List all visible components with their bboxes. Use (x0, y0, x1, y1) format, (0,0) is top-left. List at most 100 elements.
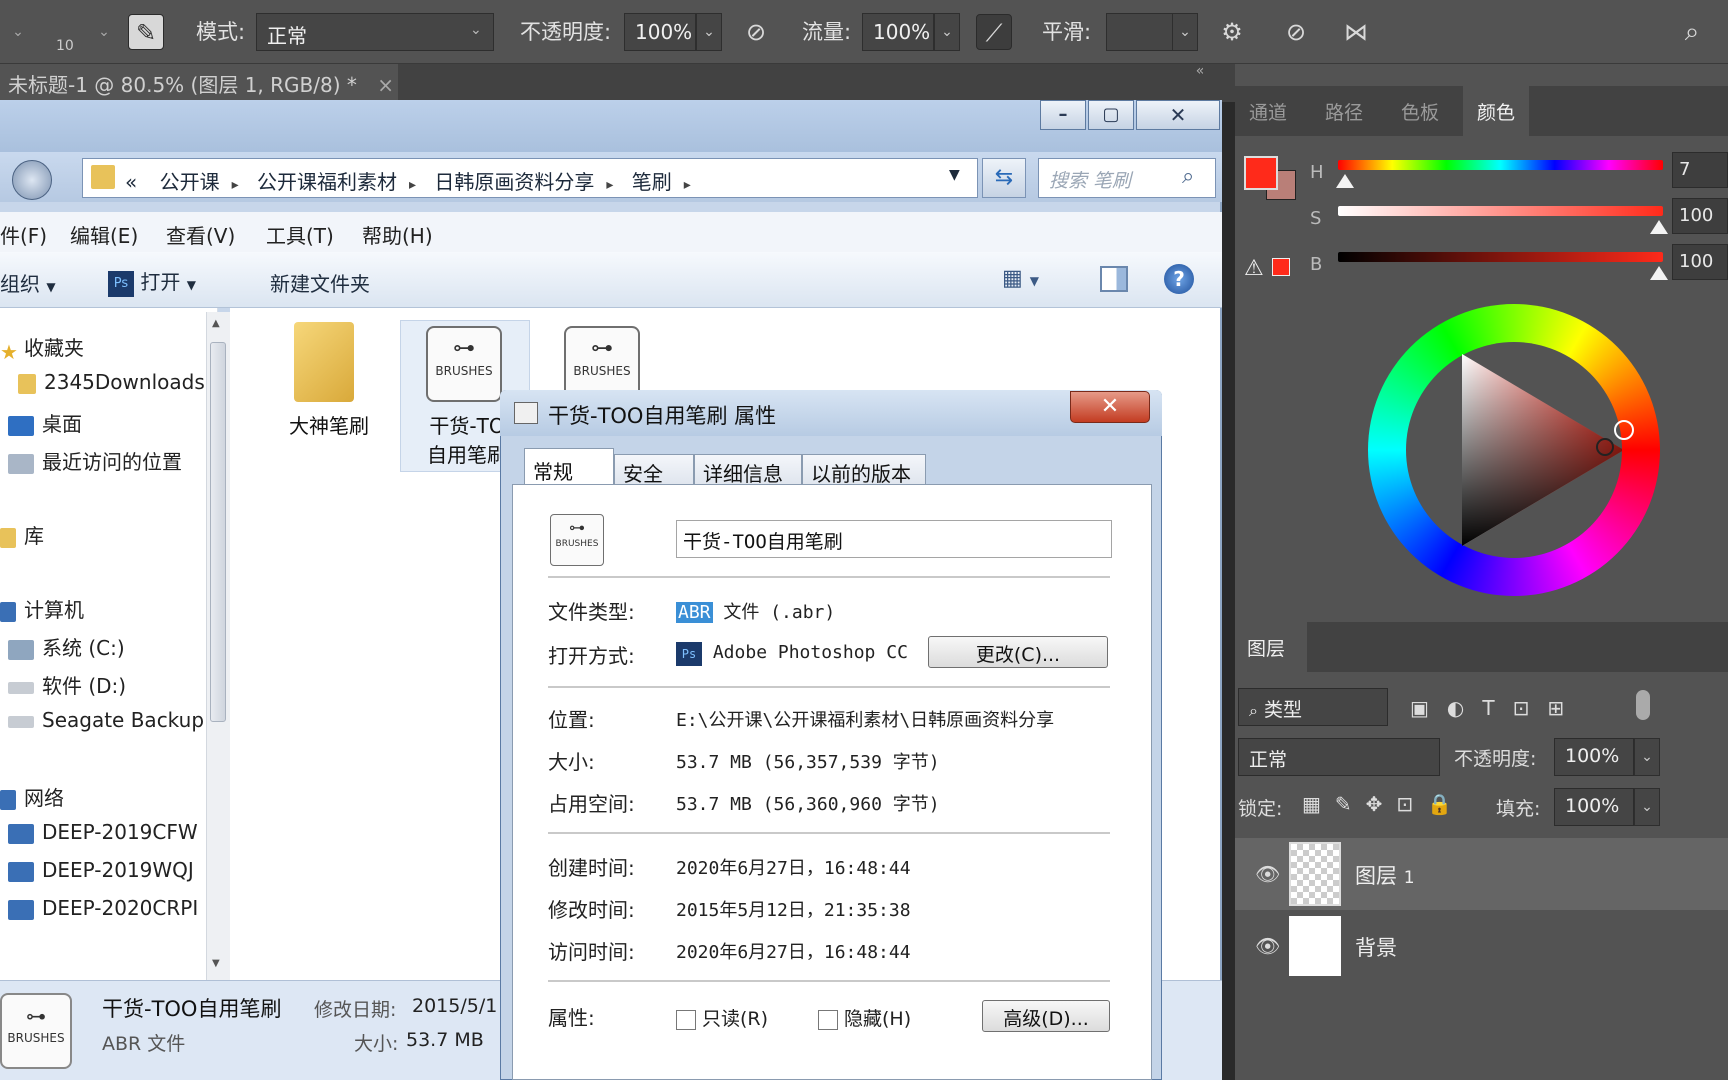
foreground-color-swatch[interactable] (1244, 156, 1278, 190)
search-icon[interactable]: ⌕ (1182, 164, 1194, 189)
flow-input[interactable]: 100% (862, 13, 934, 51)
nav-drive-d[interactable]: 软件 (D:) (0, 670, 206, 699)
wheel-hue-marker[interactable] (1614, 420, 1634, 440)
refresh-icon[interactable]: ⇆ (982, 158, 1026, 198)
nav-network[interactable]: 网络 (0, 782, 206, 811)
fill-dropdown[interactable]: ⌄ (1634, 788, 1660, 826)
scroll-down-icon[interactable]: ▼ (212, 958, 220, 969)
search-icon[interactable]: ⌕ (1674, 14, 1710, 50)
eye-icon[interactable]: 👁 (1255, 934, 1280, 958)
layer-row[interactable]: 👁 图层 1 (1235, 838, 1728, 910)
tab-general[interactable]: 常规 (524, 448, 614, 486)
chevron-down-icon[interactable]: ⌄ (0, 14, 36, 50)
eye-icon[interactable]: 👁 (1255, 862, 1280, 886)
nav-drive-c[interactable]: 系统 (C:) (0, 632, 206, 661)
nav-favorites[interactable]: ★ 收藏夹 (0, 332, 206, 361)
nav-computer[interactable]: 计算机 (0, 594, 206, 623)
saturation-slider[interactable] (1338, 206, 1663, 216)
color-triangle[interactable] (1406, 342, 1622, 558)
breadcrumb-item[interactable]: 笔刷 (632, 170, 672, 194)
menu-edit[interactable]: 编辑(E) (70, 220, 138, 249)
flow-dropdown[interactable]: ⌄ (934, 13, 960, 51)
symmetry-icon[interactable]: ⋈ (1338, 14, 1374, 50)
filter-toggle[interactable] (1636, 690, 1650, 720)
close-button[interactable]: ✕ (1136, 100, 1220, 130)
layer-opacity-dropdown[interactable]: ⌄ (1634, 738, 1660, 776)
nav-scrollbar[interactable]: ▲ ▼ (206, 312, 230, 980)
open-button[interactable]: Ps 打开 ▼ (108, 266, 196, 297)
layer-row[interactable]: 👁 背景 (1235, 910, 1728, 982)
change-button[interactable]: 更改(C)... (928, 636, 1108, 668)
menu-view[interactable]: 查看(V) (166, 220, 235, 249)
chevron-down-icon[interactable]: ▼ (949, 167, 960, 183)
saturation-input[interactable]: 100 (1672, 198, 1728, 234)
tab-color[interactable]: 颜色 (1463, 86, 1530, 136)
menu-tools[interactable]: 工具(T) (266, 220, 334, 249)
nav-item-downloads[interactable]: 2345Downloads (10, 370, 216, 394)
breadcrumb-item[interactable]: 日韩原画资料分享 (434, 170, 594, 194)
maximize-button[interactable]: ▢ (1088, 100, 1134, 130)
filename-input[interactable]: 干货-TOO自用笔刷 (676, 520, 1112, 558)
breadcrumb-item[interactable]: 公开课福利素材 (257, 170, 397, 194)
nav-net-item[interactable]: DEEP-2019CFW (0, 820, 206, 844)
hidden-checkbox[interactable]: 隐藏(H) (818, 1004, 911, 1031)
opacity-dropdown[interactable]: ⌄ (696, 13, 722, 51)
tab-paths[interactable]: 路径 (1311, 86, 1377, 136)
gamut-color-swatch[interactable] (1272, 258, 1290, 276)
gear-icon[interactable]: ⚙ (1214, 14, 1250, 50)
close-icon[interactable]: × (377, 73, 394, 97)
tab-security[interactable]: 安全 (614, 454, 694, 486)
tab-swatches[interactable]: 色板 (1387, 86, 1453, 136)
lock-icons[interactable]: ▦✎✥⊡🔒 (1302, 792, 1466, 816)
layer-opacity-input[interactable]: 100% (1554, 738, 1634, 776)
layer-filter-select[interactable]: ⌕ 类型 (1238, 688, 1388, 726)
nav-item-recent[interactable]: 最近访问的位置 (0, 446, 206, 475)
smooth-input[interactable] (1106, 13, 1178, 51)
nav-item-desktop[interactable]: 桌面 (0, 408, 206, 437)
minimize-button[interactable]: – (1040, 100, 1086, 130)
hue-thumb[interactable] (1336, 174, 1354, 188)
pressure-size-icon[interactable]: ⊘ (1278, 14, 1314, 50)
document-tab[interactable]: 未标题-1 @ 80.5% (图层 1, RGB/8) * × (0, 64, 398, 100)
smooth-dropdown[interactable]: ⌄ (1172, 13, 1198, 51)
preview-pane-icon[interactable] (1100, 266, 1128, 292)
brightness-slider[interactable] (1338, 252, 1663, 262)
brightness-thumb[interactable] (1650, 266, 1668, 280)
saturation-thumb[interactable] (1650, 220, 1668, 234)
tab-details[interactable]: 详细信息 (694, 454, 802, 486)
nav-net-item[interactable]: DEEP-2019WQJ (0, 858, 206, 882)
pressure-opacity-icon[interactable]: ⊘ (738, 14, 774, 50)
help-icon[interactable]: ? (1164, 264, 1194, 294)
brush-preset-dropdown-icon[interactable]: ⌄ (86, 14, 122, 50)
airbrush-icon[interactable]: ⟋ (976, 14, 1012, 50)
hue-slider[interactable] (1338, 160, 1663, 170)
layer-blend-select[interactable]: 正常 (1238, 738, 1440, 776)
dialog-close-button[interactable]: ✕ (1070, 391, 1150, 423)
forward-button[interactable] (12, 160, 52, 200)
tab-layers[interactable]: 图层 (1235, 622, 1307, 672)
folder-icon[interactable] (294, 322, 354, 402)
menu-help[interactable]: 帮助(H) (362, 220, 433, 249)
organize-button[interactable]: 组织 ▼ (0, 268, 56, 297)
nav-net-item[interactable]: DEEP-2020CRPI (0, 896, 206, 920)
breadcrumb-item[interactable]: 公开课 (160, 170, 220, 194)
opacity-input[interactable]: 100% (624, 13, 696, 51)
new-folder-button[interactable]: 新建文件夹 (270, 268, 370, 297)
triangle-color-marker[interactable] (1596, 438, 1614, 456)
menu-file[interactable]: 件(F) (0, 220, 47, 249)
layer-name[interactable]: 图层 1 (1355, 860, 1415, 890)
address-bar[interactable]: « 公开课 ▸ 公开课福利素材 ▸ 日韩原画资料分享 ▸ 笔刷 ▸ ▼ (82, 158, 978, 198)
readonly-checkbox[interactable]: 只读(R) (676, 1004, 768, 1031)
tab-channels[interactable]: 通道 (1235, 86, 1301, 136)
brush-panel-icon[interactable]: ✎ (128, 14, 164, 50)
nav-drive-seagate[interactable]: Seagate Backup (0, 708, 206, 732)
mode-select[interactable]: 正常 (256, 13, 494, 51)
tab-previous-versions[interactable]: 以前的版本 (802, 454, 926, 486)
advanced-button[interactable]: 高级(D)... (982, 1000, 1110, 1032)
layer-filter-icons[interactable]: ▣◐T⊡⊞ (1410, 696, 1582, 720)
fill-input[interactable]: 100% (1554, 788, 1634, 826)
scroll-thumb[interactable] (210, 342, 226, 722)
collapse-panels-icon[interactable]: « (1165, 64, 1235, 102)
nav-library[interactable]: 库 (0, 520, 206, 549)
file-name[interactable]: 大神笔刷 (264, 410, 394, 439)
